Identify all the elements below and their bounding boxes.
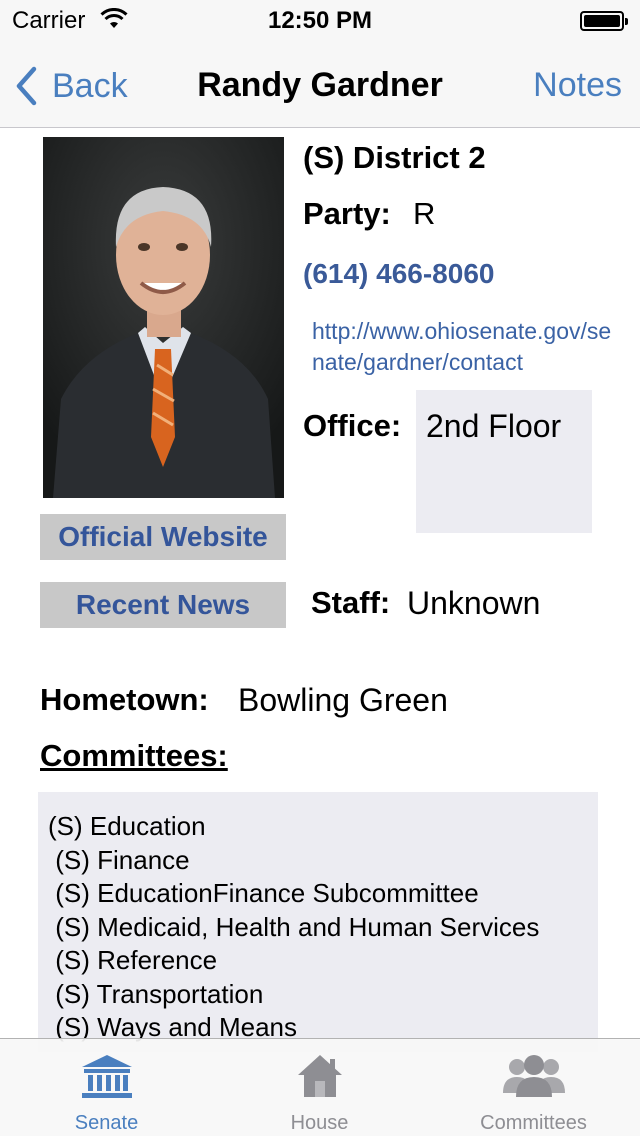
status-time: 12:50 PM	[267, 7, 373, 34]
district-label: (S) District 2	[303, 140, 486, 175]
party-label: Party:	[303, 196, 391, 231]
committees-heading: Committees:	[40, 738, 228, 773]
committees-text: (S) Education (S) Finance (S) EducationF…	[48, 811, 540, 1042]
staff-label: Staff:	[311, 585, 391, 620]
house-icon	[297, 1055, 342, 1097]
phone-link[interactable]: (614) 466-8060	[303, 258, 494, 290]
tab-committees-label: Committees	[480, 1112, 587, 1134]
committees-list[interactable]: (S) Education (S) Finance (S) EducationF…	[38, 792, 598, 1052]
contact-url-link[interactable]: http://www.ohiosenate.gov/senate/gardner…	[312, 316, 612, 378]
office-value: 2nd Floor	[426, 408, 562, 444]
status-bar: Carrier 12:50 PM	[0, 0, 640, 40]
navigation-bar: Back Randy Gardner Notes	[0, 40, 640, 128]
tab-house-label: House	[290, 1112, 349, 1134]
tab-senate[interactable]: Senate	[0, 1039, 213, 1137]
official-website-button[interactable]: Official Website	[40, 514, 286, 560]
tab-committees[interactable]: Committees	[427, 1039, 640, 1137]
hometown-label: Hometown:	[40, 682, 209, 717]
tab-senate-label: Senate	[74, 1112, 139, 1134]
notes-button[interactable]: Notes	[533, 66, 622, 105]
staff-value: Unknown	[407, 585, 541, 621]
party-value: R	[413, 196, 436, 231]
hometown-value: Bowling Green	[238, 682, 448, 718]
office-label: Office:	[303, 408, 402, 443]
tab-house[interactable]: House	[213, 1039, 426, 1137]
legislator-photo	[43, 137, 284, 498]
recent-news-button[interactable]: Recent News	[40, 582, 286, 628]
tab-bar: Senate House Committees	[0, 1038, 640, 1136]
people-group-icon	[502, 1055, 565, 1097]
battery-icon	[580, 11, 628, 31]
senate-building-icon	[81, 1055, 132, 1098]
